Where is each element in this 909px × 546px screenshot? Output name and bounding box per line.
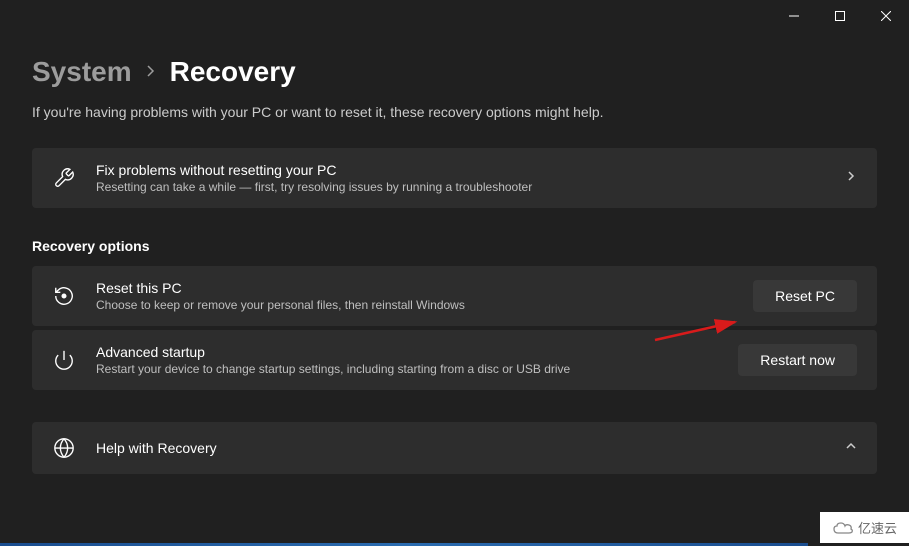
fix-problems-card[interactable]: Fix problems without resetting your PC R… (32, 148, 877, 208)
fix-problems-desc: Resetting can take a while — first, try … (96, 180, 825, 194)
reset-pc-desc: Choose to keep or remove your personal f… (96, 298, 733, 312)
content-area: System Recovery If you're having problem… (0, 32, 909, 474)
chevron-up-icon (845, 439, 857, 457)
help-card[interactable]: Help with Recovery (32, 422, 877, 474)
reset-icon (52, 284, 76, 308)
fix-problems-title: Fix problems without resetting your PC (96, 162, 825, 178)
cloud-icon (832, 520, 854, 536)
help-text: Help with Recovery (96, 440, 825, 456)
advanced-startup-desc: Restart your device to change startup se… (96, 362, 718, 376)
restart-now-button[interactable]: Restart now (738, 344, 857, 376)
titlebar (0, 0, 909, 32)
chevron-right-icon (845, 169, 857, 187)
power-icon (52, 348, 76, 372)
wrench-icon (52, 166, 76, 190)
watermark: 亿速云 (820, 512, 909, 543)
advanced-startup-title: Advanced startup (96, 344, 718, 360)
advanced-startup-card: Advanced startup Restart your device to … (32, 330, 877, 390)
recovery-options-header: Recovery options (32, 238, 877, 254)
maximize-button[interactable] (817, 0, 863, 32)
reset-pc-button[interactable]: Reset PC (753, 280, 857, 312)
breadcrumb-current: Recovery (170, 56, 296, 88)
fix-problems-text: Fix problems without resetting your PC R… (96, 162, 825, 194)
reset-pc-title: Reset this PC (96, 280, 733, 296)
chevron-right-icon (146, 64, 156, 81)
help-title: Help with Recovery (96, 440, 825, 456)
page-subtitle: If you're having problems with your PC o… (32, 104, 877, 120)
advanced-startup-text: Advanced startup Restart your device to … (96, 344, 718, 376)
breadcrumb: System Recovery (32, 56, 877, 88)
minimize-button[interactable] (771, 0, 817, 32)
reset-pc-text: Reset this PC Choose to keep or remove y… (96, 280, 733, 312)
watermark-text: 亿速云 (858, 518, 897, 537)
reset-pc-card: Reset this PC Choose to keep or remove y… (32, 266, 877, 326)
globe-icon (52, 436, 76, 460)
close-button[interactable] (863, 0, 909, 32)
breadcrumb-parent[interactable]: System (32, 56, 132, 88)
